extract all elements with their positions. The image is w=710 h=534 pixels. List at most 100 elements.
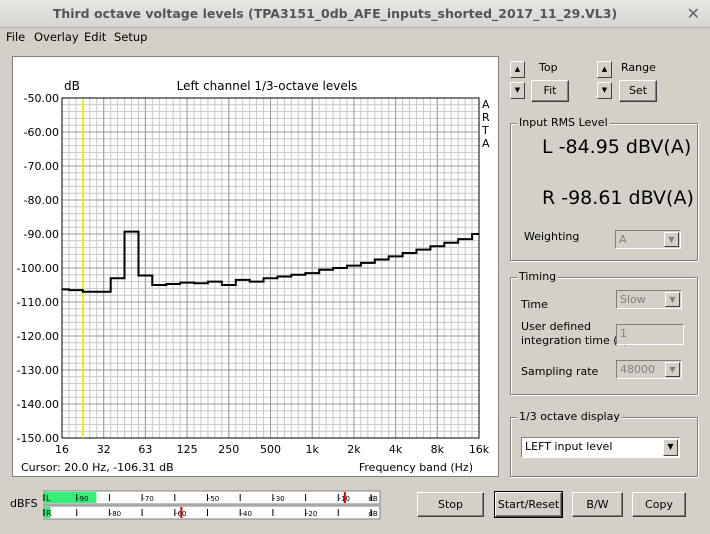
sampling-rate-value: 48000 bbox=[620, 363, 655, 376]
third-octave-chart[interactable]: -50.00 -60.00 -70.00 -80.00 -90.00 -100.00 -11… bbox=[13, 57, 500, 478]
menu-setup[interactable]: Setup bbox=[114, 30, 147, 44]
data-point bbox=[130, 230, 133, 233]
data-point bbox=[241, 279, 244, 281]
data-point bbox=[408, 252, 411, 254]
meter-scale-label: dB bbox=[368, 510, 377, 518]
meter-fill bbox=[44, 492, 97, 503]
top-up-button[interactable]: ▲ bbox=[510, 61, 525, 78]
display-value: LEFT input level bbox=[525, 440, 613, 453]
data-point bbox=[478, 233, 480, 235]
meter-label: dBFS bbox=[10, 497, 38, 510]
y-tick-label: -50.00 bbox=[24, 92, 59, 105]
range-label: Range bbox=[621, 61, 656, 74]
data-point bbox=[214, 280, 216, 283]
sampling-rate-label: Sampling rate bbox=[521, 365, 599, 378]
y-tick-label: -90.00 bbox=[24, 228, 59, 241]
data-point bbox=[75, 289, 77, 291]
x-axis-label: Frequency band (Hz) bbox=[359, 461, 473, 474]
fit-button[interactable]: Fit bbox=[531, 80, 569, 102]
menu-edit[interactable]: Edit bbox=[84, 30, 106, 44]
y-tick-label: -130.00 bbox=[17, 364, 59, 377]
top-label: Top bbox=[539, 61, 558, 74]
time-label: Time bbox=[521, 298, 548, 311]
display-select[interactable]: LEFT input level ▼ bbox=[521, 437, 680, 458]
x-tick-label: 2k bbox=[347, 443, 361, 456]
user-time-label-1: User defined bbox=[521, 320, 591, 333]
user-time-label-2: integration time (s) bbox=[521, 334, 628, 347]
start-reset-button[interactable]: Start/Reset bbox=[494, 491, 563, 518]
x-tick-label: 500 bbox=[260, 443, 281, 456]
y-tick-label: -70.00 bbox=[24, 160, 59, 173]
y-tick-label: -150.00 bbox=[17, 432, 59, 445]
meter-scale-label: -20 bbox=[306, 510, 317, 518]
time-select[interactable]: Slow ▼ bbox=[616, 290, 682, 309]
cursor-readout: Cursor: 20.0 Hz, -106.31 dB bbox=[21, 461, 174, 474]
menu-overlay[interactable]: Overlay bbox=[34, 30, 79, 44]
meter-scale-label: -40 bbox=[240, 510, 251, 518]
rms-right-value: R -98.61 dBV(A) bbox=[542, 187, 694, 209]
x-tick-label: 32 bbox=[97, 443, 111, 456]
side-label-letter: T bbox=[481, 124, 489, 137]
data-point bbox=[367, 262, 369, 264]
meter-channel-label: L bbox=[46, 494, 51, 503]
meter-scale-label: -90 bbox=[77, 495, 88, 503]
integration-time-input[interactable]: 1 bbox=[616, 324, 684, 345]
meter-scale-label: -80 bbox=[110, 510, 121, 518]
range-down-button[interactable]: ▼ bbox=[597, 82, 612, 99]
data-point bbox=[380, 258, 383, 261]
sampling-rate-select[interactable]: 48000 ▼ bbox=[616, 360, 682, 379]
data-point bbox=[269, 277, 272, 279]
weighting-label: Weighting bbox=[524, 230, 580, 243]
set-button[interactable]: Set bbox=[619, 80, 657, 102]
data-point bbox=[61, 288, 63, 291]
x-tick-label: 1k bbox=[306, 443, 320, 456]
y-tick-label: -80.00 bbox=[24, 194, 59, 207]
data-point bbox=[297, 274, 300, 276]
data-point bbox=[186, 281, 188, 284]
range-up-button[interactable]: ▲ bbox=[597, 61, 612, 78]
data-point bbox=[436, 245, 439, 248]
x-tick-label: 125 bbox=[177, 443, 198, 456]
time-value: Slow bbox=[620, 293, 646, 306]
data-point bbox=[89, 291, 91, 293]
weighting-select[interactable]: A ▼ bbox=[615, 230, 681, 249]
menu-bar: File Overlay Edit Setup bbox=[0, 28, 710, 46]
bw-button[interactable]: B/W bbox=[572, 492, 623, 517]
stop-button[interactable]: Stop bbox=[417, 492, 484, 517]
copy-button[interactable]: Copy bbox=[632, 492, 686, 517]
meter-track bbox=[43, 505, 381, 520]
rms-group-label: Input RMS Level bbox=[517, 116, 610, 129]
x-tick-label: 250 bbox=[218, 443, 239, 456]
close-icon[interactable]: ✕ bbox=[687, 4, 700, 23]
chart-panel[interactable]: -50.00 -60.00 -70.00 -80.00 -90.00 -100.00 -11… bbox=[12, 56, 499, 477]
data-point bbox=[339, 267, 341, 269]
y-tick-label: -110.00 bbox=[17, 296, 59, 309]
data-point bbox=[255, 280, 258, 283]
data-point bbox=[172, 283, 174, 285]
data-point bbox=[353, 264, 355, 267]
data-point bbox=[394, 255, 397, 258]
data-point bbox=[311, 272, 314, 274]
data-point bbox=[283, 275, 286, 278]
data-point bbox=[116, 277, 119, 279]
data-point bbox=[450, 242, 453, 244]
chevron-down-icon: ▼ bbox=[665, 362, 680, 377]
meter-scale-label: dB bbox=[368, 495, 377, 503]
meter-scale-label: -50 bbox=[208, 495, 219, 503]
y-axis-label: dB bbox=[64, 79, 80, 93]
top-down-button[interactable]: ▼ bbox=[510, 82, 525, 99]
side-label-letter: R bbox=[482, 111, 490, 124]
y-tick-label: -60.00 bbox=[24, 126, 59, 139]
y-tick-label: -120.00 bbox=[17, 330, 59, 343]
x-tick-label: 4k bbox=[389, 443, 403, 456]
chevron-down-icon: ▼ bbox=[665, 292, 680, 307]
menu-file[interactable]: File bbox=[6, 30, 25, 44]
display-group-label: 1/3 octave display bbox=[517, 410, 622, 423]
y-tick-label: -100.00 bbox=[17, 262, 59, 275]
x-tick-label: 8k bbox=[431, 443, 445, 456]
data-point bbox=[200, 282, 202, 285]
data-point bbox=[325, 268, 327, 271]
y-tick-label: -140.00 bbox=[17, 398, 59, 411]
side-label-letter: A bbox=[482, 137, 490, 150]
window-title: Third octave voltage levels (TPA3151_0db… bbox=[52, 6, 618, 21]
